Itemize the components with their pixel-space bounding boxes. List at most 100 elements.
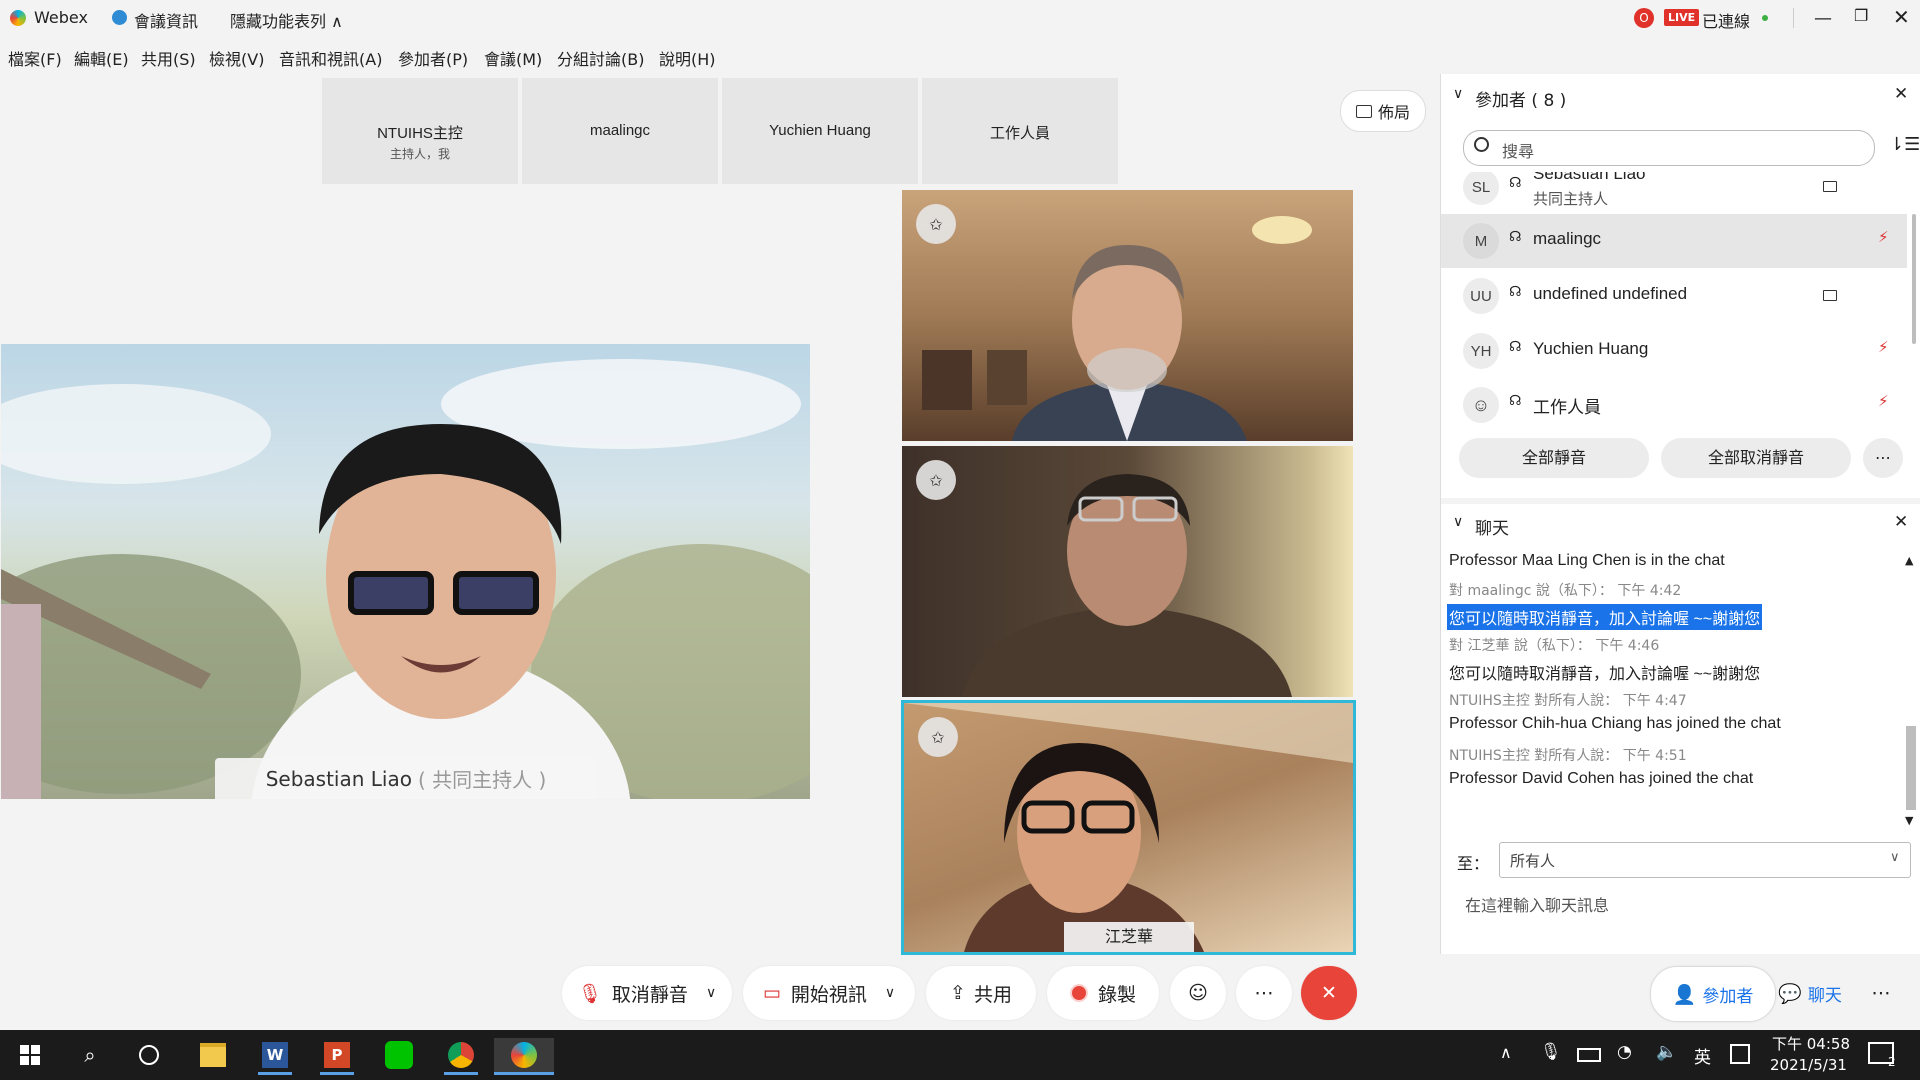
collapse-participants-icon[interactable]: ∨ <box>1453 86 1463 102</box>
file-explorer-icon[interactable] <box>196 1038 230 1072</box>
menu-share[interactable]: 共用(S) <box>141 46 196 70</box>
avatar: YH <box>1463 333 1499 369</box>
strip-tile-name: Yuchien Huang <box>769 122 871 139</box>
share-button[interactable]: ⇪ 共用 <box>926 966 1036 1020</box>
battery-icon[interactable] <box>1577 1048 1601 1062</box>
line-icon[interactable] <box>382 1038 416 1072</box>
chat-toggle-button[interactable]: 💬 聊天 <box>1768 966 1852 1020</box>
participants-title: 參加者 ( 8 ) <box>1475 91 1567 111</box>
show-hidden-icons-icon[interactable]: ∧ <box>1500 1043 1512 1062</box>
meeting-info-button[interactable]: 會議資訊 <box>134 8 198 32</box>
close-icon[interactable]: ✕ <box>1893 5 1910 29</box>
webex-logo-icon <box>10 10 26 26</box>
menu-breakout[interactable]: 分組討論(B) <box>557 46 644 70</box>
chat-scrollbar[interactable] <box>1906 726 1916 810</box>
minimize-icon[interactable]: — <box>1814 8 1832 29</box>
panel-divider <box>1441 498 1920 504</box>
participant-name: Yuchien Huang <box>1533 339 1649 358</box>
layout-button[interactable]: 佈局 <box>1340 90 1426 132</box>
participant-search[interactable]: 搜尋 <box>1463 130 1875 166</box>
participant-role: 共同主持人 <box>1533 190 1609 208</box>
video-feed <box>922 216 1312 441</box>
menu-audio-video[interactable]: 音訊和視訊(A) <box>279 46 382 70</box>
clock-date[interactable]: 2021/5/31 <box>1770 1056 1847 1074</box>
strip-tile-maalingc[interactable]: maalingc <box>522 78 718 184</box>
chevron-down-icon[interactable]: ∨ <box>885 985 895 1001</box>
more-button[interactable]: ⋯ <box>1236 966 1292 1020</box>
share-icon: ⇪ <box>950 982 966 1004</box>
unmute-all-button[interactable]: 全部取消靜音 <box>1661 438 1851 478</box>
close-chat-icon[interactable]: ✕ <box>1894 512 1908 532</box>
close-participants-icon[interactable]: ✕ <box>1894 84 1908 104</box>
strip-tile-yuchien[interactable]: Yuchien Huang <box>722 78 918 184</box>
menu-view[interactable]: 檢視(V) <box>209 46 264 70</box>
menu-file[interactable]: 檔案(F) <box>8 46 62 70</box>
pin-button[interactable]: ✩ <box>918 717 958 757</box>
wifi-icon[interactable]: ◔ <box>1617 1042 1632 1062</box>
hide-menu-button[interactable]: 隱藏功能表列 ∧ <box>230 8 343 32</box>
participant-row[interactable]: SL ☊ Sebastian Liao 共同主持人 <box>1441 172 1907 214</box>
right-panel: ∨ 參加者 ( 8 ) ✕ 搜尋 ⇂☰ SL ☊ Sebastian Liao … <box>1440 74 1920 954</box>
chevron-down-icon[interactable]: ∨ <box>706 985 716 1001</box>
participant-row[interactable]: UU ☊ undefined undefined <box>1441 269 1907 323</box>
windows-start-icon[interactable] <box>13 1038 47 1072</box>
cortana-icon[interactable] <box>132 1038 166 1072</box>
recipient-select[interactable]: 所有人 ∨ <box>1499 842 1911 878</box>
chat-message-selected: 您可以隨時取消靜音，加入討論喔 ~~謝謝您 <box>1447 604 1763 630</box>
chrome-icon[interactable] <box>444 1038 478 1075</box>
strip-tile-host[interactable]: NTUIHS主控 主持人，我 <box>322 78 518 184</box>
chat-messages: Professor Maa Ling Chen is in the chat 對… <box>1441 544 1901 787</box>
audio-icon: ☊ <box>1509 284 1522 300</box>
search-icon <box>1474 137 1489 152</box>
connection-dot-icon <box>1762 15 1768 21</box>
end-call-button[interactable]: ✕ <box>1301 966 1357 1020</box>
record-button[interactable]: 錄製 <box>1047 966 1159 1020</box>
unmute-button[interactable]: 🎙 取消靜音 ∨ <box>562 966 732 1020</box>
collapse-chat-icon[interactable]: ∨ <box>1453 514 1463 530</box>
menu-help[interactable]: 說明(H) <box>659 46 716 70</box>
audio-icon: ☊ <box>1509 393 1522 409</box>
microphone-icon[interactable]: 🎙 <box>1540 1042 1562 1062</box>
chat-scroll-up-icon[interactable]: ▲ <box>1905 554 1913 567</box>
powerpoint-icon[interactable]: P <box>320 1038 354 1075</box>
muted-mic-icon: ⚡ <box>1878 338 1889 356</box>
more-options-button[interactable]: ⋯ <box>1863 438 1903 478</box>
main-video[interactable]: Sebastian Liao ( 共同主持人 ) <box>1 344 810 799</box>
video-tile-active[interactable]: ✩ 江芝華 <box>901 700 1356 955</box>
end-call-icon: ✕ <box>1321 982 1337 1004</box>
pin-button[interactable]: ✩ <box>916 460 956 500</box>
muted-mic-icon: 🎙 <box>577 982 602 1005</box>
webex-taskbar-icon[interactable] <box>494 1038 554 1075</box>
participant-name: Sebastian Liao <box>1533 172 1646 183</box>
reactions-button[interactable]: ☺ <box>1170 966 1226 1020</box>
ime-indicator[interactable]: 英 <box>1694 1043 1711 1068</box>
start-video-button[interactable]: ▭ 開始視訊 ∨ <box>743 966 915 1020</box>
sort-icon[interactable]: ⇂☰ <box>1889 134 1920 155</box>
mute-all-button[interactable]: 全部靜音 <box>1459 438 1649 478</box>
participants-scrollbar[interactable] <box>1912 214 1916 344</box>
video-tile[interactable]: ✩ <box>902 446 1353 697</box>
pin-button[interactable]: ✩ <box>916 204 956 244</box>
chat-scroll-down-icon[interactable]: ▼ <box>1905 814 1913 827</box>
participant-row[interactable]: YH ☊ Yuchien Huang ⚡ <box>1441 324 1907 378</box>
volume-icon[interactable]: 🔈 <box>1656 1042 1677 1062</box>
restore-icon[interactable]: ❐ <box>1854 6 1868 25</box>
menu-meeting[interactable]: 會議(M) <box>484 46 542 70</box>
strip-tile-staff[interactable]: 工作人員 <box>922 78 1118 184</box>
clock-time[interactable]: 下午 04:58 <box>1772 1033 1850 1054</box>
word-icon[interactable]: W <box>258 1038 292 1075</box>
participant-row[interactable]: M ☊ maalingc ⚡ <box>1441 214 1907 268</box>
layout-label: 佈局 <box>1377 103 1410 122</box>
participant-name: 工作人員 <box>1533 398 1601 417</box>
participant-row[interactable]: ☺ ☊ 工作人員 ⚡ <box>1441 378 1907 432</box>
video-tile[interactable]: ✩ <box>902 190 1353 441</box>
menu-edit[interactable]: 編輯(E) <box>74 46 129 70</box>
panel-more-button[interactable]: ⋯ <box>1856 966 1906 1020</box>
pin-icon: ✩ <box>929 214 943 234</box>
search-icon[interactable]: ⌕ <box>73 1038 107 1072</box>
menu-participants[interactable]: 參加者(P) <box>398 46 468 70</box>
chat-input[interactable]: 在這裡輸入聊天訊息 <box>1465 892 1885 922</box>
ime-mode-icon[interactable] <box>1730 1044 1750 1064</box>
participants-toggle-button[interactable]: 👤 參加者 <box>1650 966 1776 1022</box>
muted-mic-icon: ⚡ <box>1878 228 1889 246</box>
